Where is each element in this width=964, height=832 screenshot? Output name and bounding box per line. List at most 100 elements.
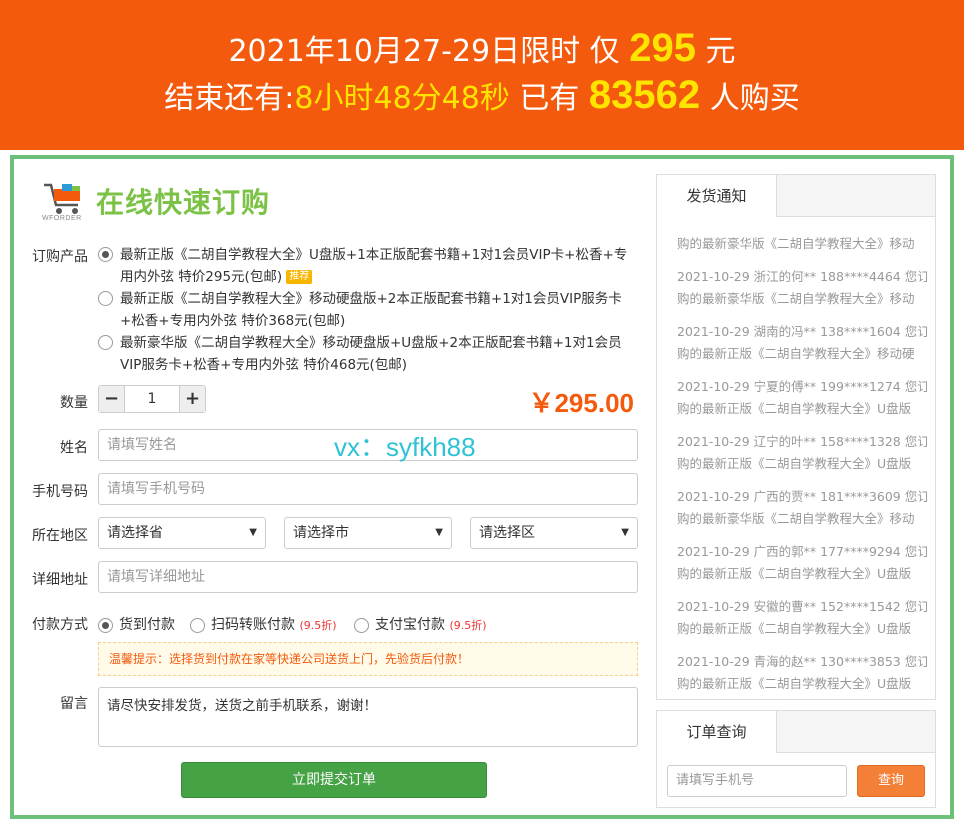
quantity-input[interactable]: 1	[125, 386, 179, 412]
payment-scan-discount: (9.5折)	[299, 619, 337, 632]
product-radio-3[interactable]	[98, 335, 113, 350]
shipping-entry-head: 2021-10-29 湖南的冯** 138****1604 您订	[677, 324, 927, 339]
total-price: ￥295.00	[528, 388, 634, 418]
product-1-line-2: 用内外弦 特价295元(包邮)	[120, 269, 283, 285]
shipping-entry-head: 2021-10-29 辽宁的叶** 158****1328 您订	[677, 434, 927, 449]
payment-option-scan[interactable]: 扫码转账付款 (9.5折)	[190, 614, 337, 634]
promo-currency: 元	[705, 34, 736, 69]
list-item: 2021-10-29 湖南的冯** 138****1604 您订 购的最新正版《…	[677, 321, 927, 365]
shipping-entry-body: 购的最新正版《二胡自学教程大全》U盘版	[677, 676, 912, 691]
buyers-prefix: 已有	[519, 81, 580, 116]
order-query-panel: 订单查询 请填写手机号 查询	[656, 710, 936, 808]
shipping-entry-head: 2021-10-29 浙江的何** 188****4464 您订	[677, 269, 927, 284]
recommend-badge: 推荐	[286, 270, 313, 284]
product-label: 订购产品	[32, 249, 88, 265]
query-phone-input[interactable]: 请填写手机号	[667, 765, 847, 797]
payment-scan-label: 扫码转账付款	[211, 617, 295, 633]
countdown-timer: 8小时48分48秒	[294, 81, 510, 116]
product-option-3[interactable]: 最新豪华版《二胡自学教程大全》移动硬盘版+U盘版+2本正版配套书籍+1对1会员 …	[98, 332, 638, 376]
shipping-entry-head: 2021-10-29 广西的郭** 177****9294 您订	[677, 544, 927, 559]
quantity-label: 数量	[60, 395, 88, 411]
warm-tip: 温馨提示：选择货到付款在家等快递公司送货上门，先验货后付款！	[98, 642, 638, 676]
product-option-1[interactable]: 最新正版《二胡自学教程大全》U盘版+1本正版配套书籍+1对1会员VIP卡+松香+…	[98, 244, 638, 288]
address-label: 详细地址	[32, 572, 88, 588]
chevron-down-icon: ▼	[435, 527, 443, 538]
shipping-notice-panel: 发货通知 购的最新豪华版《二胡自学教程大全》移动 2021-10-29 浙江的何…	[656, 174, 936, 700]
promo-banner: 2021年10月27-29日限时 仅 295 元 结束还有:8小时48分48秒 …	[0, 0, 964, 150]
promo-date-text: 2021年10月27-29日限时 仅	[228, 34, 620, 69]
shipping-entry-body: 购的最新正版《二胡自学教程大全》移动硬	[677, 346, 915, 361]
product-radio-2[interactable]	[98, 291, 113, 306]
list-item: 2021-10-29 浙江的何** 188****4464 您订 购的最新豪华版…	[677, 266, 927, 310]
tab-order-query[interactable]: 订单查询	[657, 711, 777, 753]
payment-radio-scan[interactable]	[190, 617, 205, 633]
province-select[interactable]: 请选择省 ▼	[98, 517, 266, 549]
product-2-line-1: 最新正版《二胡自学教程大全》移动硬盘版+2本正版配套书籍+1对1会员VIP服务卡	[120, 291, 622, 307]
list-item: 2021-10-29 广西的贾** 181****3609 您订 购的最新豪华版…	[677, 486, 927, 530]
shipping-entry-body: 购的最新豪华版《二胡自学教程大全》移动	[677, 291, 915, 306]
quantity-increase-button[interactable]: +	[179, 386, 205, 412]
tab-shipping-notice[interactable]: 发货通知	[657, 175, 777, 217]
city-select[interactable]: 请选择市 ▼	[284, 517, 452, 549]
list-item: 2021-10-29 宁夏的傅** 199****1274 您订 购的最新正版《…	[677, 376, 927, 420]
shipping-partial-line: 购的最新豪华版《二胡自学教程大全》移动	[677, 236, 915, 251]
list-item: 2021-10-29 安徽的曹** 152****1542 您订 购的最新正版《…	[677, 596, 927, 640]
product-3-line-2: VIP服务卡+松香+专用内外弦 特价468元(包邮)	[120, 357, 408, 373]
promo-price: 295	[629, 26, 696, 70]
payment-label: 付款方式	[32, 617, 88, 633]
buyers-suffix: 人购买	[709, 81, 800, 116]
chevron-down-icon: ▼	[621, 527, 629, 538]
district-value: 请选择区	[479, 525, 535, 541]
chevron-down-icon: ▼	[249, 527, 257, 538]
shipping-entry-body: 购的最新正版《二胡自学教程大全》U盘版	[677, 566, 912, 581]
message-textarea[interactable]: 请尽快安排发货，送货之前手机联系，谢谢！	[98, 687, 638, 747]
product-2-line-2: +松香+专用内外弦 特价368元(包邮)	[120, 313, 346, 329]
city-value: 请选择市	[293, 525, 349, 541]
name-label: 姓名	[60, 440, 88, 456]
payment-alipay-label: 支付宝付款	[375, 617, 445, 633]
product-radio-1[interactable]	[98, 247, 113, 262]
promo-line-2: 结束还有:8小时48分48秒 已有 83562 人购买	[0, 70, 964, 124]
query-button[interactable]: 查询	[857, 765, 925, 797]
province-value: 请选择省	[107, 525, 163, 541]
payment-cod-label: 货到付款	[119, 617, 175, 633]
phone-label: 手机号码	[32, 484, 88, 500]
region-label: 所在地区	[32, 528, 88, 544]
logo-caption: WFORDER	[42, 215, 82, 222]
district-select[interactable]: 请选择区 ▼	[470, 517, 638, 549]
address-input[interactable]: 请填写详细地址	[98, 561, 638, 593]
buyers-count: 83562	[588, 73, 701, 117]
shipping-entry-body: 购的最新正版《二胡自学教程大全》U盘版	[677, 621, 912, 636]
phone-input[interactable]: 请填写手机号码	[98, 473, 638, 505]
shipping-entry-head: 2021-10-29 青海的赵** 130****3853 您订	[677, 654, 927, 669]
promo-line-1: 2021年10月27-29日限时 仅 295 元	[0, 24, 964, 76]
list-item: 2021-10-29 辽宁的叶** 158****1328 您订 购的最新正版《…	[677, 431, 927, 475]
shipping-entry-head: 2021-10-29 安徽的曹** 152****1542 您订	[677, 599, 927, 614]
shipping-entry-body: 购的最新正版《二胡自学教程大全》U盘版	[677, 456, 912, 471]
quantity-stepper: − 1 +	[98, 385, 206, 413]
payment-option-cod[interactable]: 货到付款	[98, 614, 175, 634]
query-tab-bar: 订单查询	[657, 711, 935, 753]
message-label: 留言	[60, 696, 88, 712]
shipping-entry-body: 购的最新豪华版《二胡自学教程大全》移动	[677, 511, 915, 526]
list-item: 2021-10-29 青海的赵** 130****3853 您订 购的最新正版《…	[677, 651, 927, 695]
product-3-line-1: 最新豪华版《二胡自学教程大全》移动硬盘版+U盘版+2本正版配套书籍+1对1会员	[120, 335, 622, 351]
payment-radio-alipay[interactable]	[354, 617, 369, 633]
contact-overlay-text: vx：syfkh88	[334, 432, 476, 462]
quantity-decrease-button[interactable]: −	[99, 386, 125, 412]
list-item: 2021-10-29 广西的郭** 177****9294 您订 购的最新正版《…	[677, 541, 927, 585]
brand-title: 在线快速订购	[96, 186, 271, 219]
shipping-entry-body: 购的最新正版《二胡自学教程大全》U盘版	[677, 401, 912, 416]
product-option-2[interactable]: 最新正版《二胡自学教程大全》移动硬盘版+2本正版配套书籍+1对1会员VIP服务卡…	[98, 288, 638, 332]
shipping-entry-head: 2021-10-29 宁夏的傅** 199****1274 您订	[677, 379, 927, 394]
shipping-list: 购的最新豪华版《二胡自学教程大全》移动 2021-10-29 浙江的何** 18…	[677, 233, 927, 695]
order-panel: WFORDER 在线快速订购 订购产品 最新正版《二胡自学教程大全》U盘版+1本…	[10, 155, 954, 819]
shopping-cart-icon	[44, 183, 80, 214]
shipping-entry-head: 2021-10-29 广西的贾** 181****3609 您订	[677, 489, 927, 504]
payment-option-alipay[interactable]: 支付宝付款 (9.5折)	[354, 614, 487, 634]
payment-radio-cod[interactable]	[98, 617, 113, 633]
product-1-line-1: 最新正版《二胡自学教程大全》U盘版+1本正版配套书籍+1对1会员VIP卡+松香+…	[120, 247, 628, 263]
countdown-label: 结束还有:	[164, 81, 295, 116]
shipping-tab-bar: 发货通知	[657, 175, 935, 217]
submit-order-button[interactable]: 立即提交订单	[181, 762, 487, 798]
